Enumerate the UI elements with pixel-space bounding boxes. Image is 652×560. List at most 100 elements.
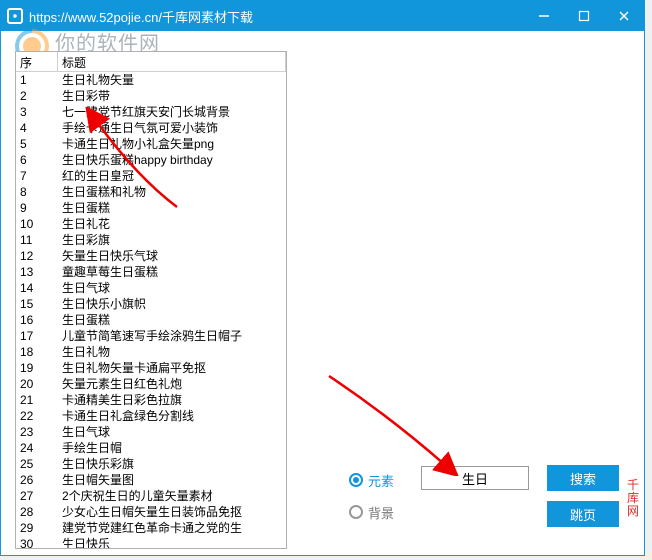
row-index: 24: [16, 440, 58, 456]
table-row[interactable]: 2生日彩带: [16, 88, 286, 104]
row-index: 22: [16, 408, 58, 424]
table-row[interactable]: 7红的生日皇冠: [16, 168, 286, 184]
row-index: 1: [16, 72, 58, 88]
table-row[interactable]: 29建党节党建红色革命卡通之党的生: [16, 520, 286, 536]
table-row[interactable]: 16生日蛋糕: [16, 312, 286, 328]
row-title: 生日礼物矢量: [58, 72, 286, 88]
table-row[interactable]: 272个庆祝生日的儿童矢量素材: [16, 488, 286, 504]
search-button[interactable]: 搜索: [547, 465, 619, 491]
row-title: 生日蛋糕: [58, 312, 286, 328]
table-row[interactable]: 22卡通生日礼盒绿色分割线: [16, 408, 286, 424]
table-row[interactable]: 30生日快乐: [16, 536, 286, 549]
type-radio-group: 元素 背景: [349, 469, 394, 533]
radio-dot-icon: [349, 473, 363, 487]
row-index: 18: [16, 344, 58, 360]
row-index: 21: [16, 392, 58, 408]
row-title: 2个庆祝生日的儿童矢量素材: [58, 488, 286, 504]
jump-page-button[interactable]: 跳页: [547, 501, 619, 527]
table-row[interactable]: 23生日气球: [16, 424, 286, 440]
row-index: 19: [16, 360, 58, 376]
row-index: 11: [16, 232, 58, 248]
row-index: 20: [16, 376, 58, 392]
row-title: 生日快乐小旗帜: [58, 296, 286, 312]
row-index: 29: [16, 520, 58, 536]
row-index: 6: [16, 152, 58, 168]
row-index: 16: [16, 312, 58, 328]
table-row[interactable]: 19生日礼物矢量卡通扁平免抠: [16, 360, 286, 376]
row-title: 少女心生日帽矢量生日装饰品免抠: [58, 504, 286, 520]
row-title: 童趣草莓生日蛋糕: [58, 264, 286, 280]
table-row[interactable]: 26生日帽矢量图: [16, 472, 286, 488]
table-row[interactable]: 9生日蛋糕: [16, 200, 286, 216]
table-row[interactable]: 15生日快乐小旗帜: [16, 296, 286, 312]
radio-background[interactable]: 背景: [349, 501, 394, 523]
row-title: 生日气球: [58, 280, 286, 296]
maximize-button[interactable]: [564, 1, 604, 31]
table-row[interactable]: 20矢量元素生日红色礼炮: [16, 376, 286, 392]
table-row[interactable]: 12矢量生日快乐气球: [16, 248, 286, 264]
annotation-arrow-icon: [319, 366, 459, 476]
row-title: 红的生日皇冠: [58, 168, 286, 184]
row-index: 30: [16, 536, 58, 549]
table-row[interactable]: 4手绘卡通生日气氛可爱小装饰: [16, 120, 286, 136]
table-row[interactable]: 3七一建党节红旗天安门长城背景: [16, 104, 286, 120]
row-title: 生日蛋糕和礼物: [58, 184, 286, 200]
table-row[interactable]: 18生日礼物: [16, 344, 286, 360]
radio-element[interactable]: 元素: [349, 469, 394, 491]
row-index: 12: [16, 248, 58, 264]
row-title: 矢量元素生日红色礼炮: [58, 376, 286, 392]
row-index: 10: [16, 216, 58, 232]
row-index: 14: [16, 280, 58, 296]
table-row[interactable]: 28少女心生日帽矢量生日装饰品免抠: [16, 504, 286, 520]
row-title: 卡通精美生日彩色拉旗: [58, 392, 286, 408]
row-index: 15: [16, 296, 58, 312]
row-index: 28: [16, 504, 58, 520]
window-title: https://www.52pojie.cn/千库网素材下载: [29, 7, 524, 26]
results-list[interactable]: 序 标题 1生日礼物矢量2生日彩带3七一建党节红旗天安门长城背景4手绘卡通生日气…: [15, 51, 287, 549]
app-icon: [7, 8, 23, 24]
close-button[interactable]: [604, 1, 644, 31]
table-row[interactable]: 10生日礼花: [16, 216, 286, 232]
row-title: 儿童节简笔速写手绘涂鸦生日帽子: [58, 328, 286, 344]
row-index: 8: [16, 184, 58, 200]
content-area: 你的软件网 www.pc0359.cn 序 标题 1生日礼物矢量2生日彩带3七一…: [1, 31, 644, 555]
row-title: 七一建党节红旗天安门长城背景: [58, 104, 286, 120]
table-row[interactable]: 5卡通生日礼物小礼盒矢量png: [16, 136, 286, 152]
row-index: 5: [16, 136, 58, 152]
row-title: 手绘卡通生日气氛可爱小装饰: [58, 120, 286, 136]
row-title: 生日快乐彩旗: [58, 456, 286, 472]
row-title: 生日礼物: [58, 344, 286, 360]
table-row[interactable]: 25生日快乐彩旗: [16, 456, 286, 472]
row-index: 17: [16, 328, 58, 344]
table-row[interactable]: 1生日礼物矢量: [16, 72, 286, 88]
row-index: 25: [16, 456, 58, 472]
row-title: 生日蛋糕: [58, 200, 286, 216]
radio-dot-icon: [349, 505, 363, 519]
table-row[interactable]: 17儿童节简笔速写手绘涂鸦生日帽子: [16, 328, 286, 344]
table-row[interactable]: 6生日快乐蛋糕happy birthday: [16, 152, 286, 168]
row-title: 生日彩带: [58, 88, 286, 104]
table-row[interactable]: 14生日气球: [16, 280, 286, 296]
table-row[interactable]: 11生日彩旗: [16, 232, 286, 248]
search-input[interactable]: [421, 466, 529, 490]
row-index: 27: [16, 488, 58, 504]
row-index: 4: [16, 120, 58, 136]
row-index: 13: [16, 264, 58, 280]
table-row[interactable]: 21卡通精美生日彩色拉旗: [16, 392, 286, 408]
table-row[interactable]: 8生日蛋糕和礼物: [16, 184, 286, 200]
row-title: 手绘生日帽: [58, 440, 286, 456]
row-title: 生日快乐蛋糕happy birthday: [58, 152, 286, 168]
row-index: 7: [16, 168, 58, 184]
titlebar[interactable]: https://www.52pojie.cn/千库网素材下载: [1, 1, 644, 31]
col-index[interactable]: 序: [16, 52, 58, 71]
minimize-button[interactable]: [524, 1, 564, 31]
row-index: 26: [16, 472, 58, 488]
row-index: 3: [16, 104, 58, 120]
table-row[interactable]: 24手绘生日帽: [16, 440, 286, 456]
row-title: 生日礼花: [58, 216, 286, 232]
row-title: 卡通生日礼盒绿色分割线: [58, 408, 286, 424]
table-row[interactable]: 13童趣草莓生日蛋糕: [16, 264, 286, 280]
row-title: 生日礼物矢量卡通扁平免抠: [58, 360, 286, 376]
row-index: 23: [16, 424, 58, 440]
col-title[interactable]: 标题: [58, 52, 286, 71]
